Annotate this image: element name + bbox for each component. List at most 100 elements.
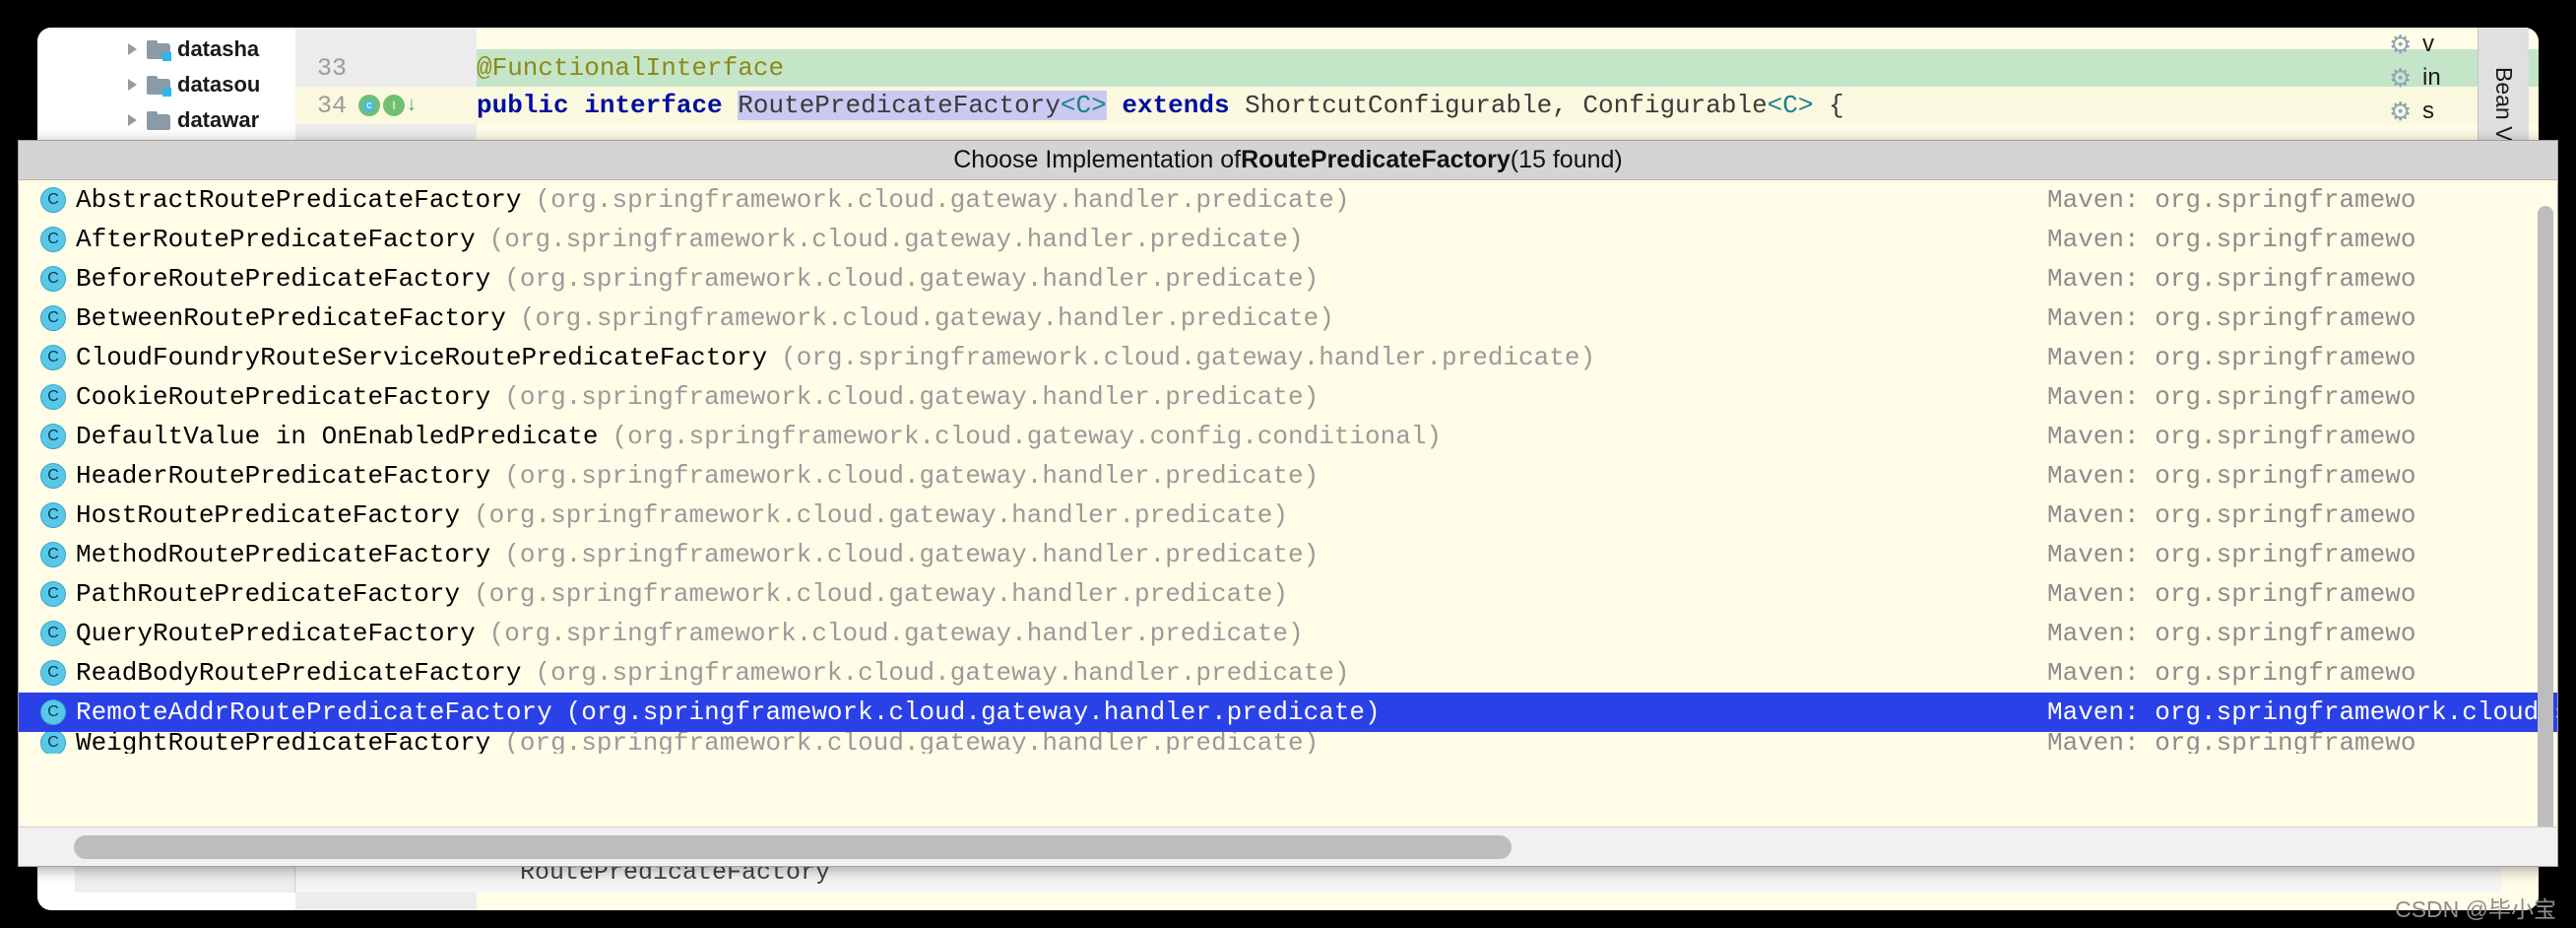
class-name: BetweenRoutePredicateFactory — [76, 303, 506, 333]
choose-implementation-popup[interactable]: Choose Implementation of RoutePredicateF… — [18, 140, 2558, 867]
implementation-list[interactable]: C AbstractRoutePredicateFactory (org.spr… — [19, 180, 2557, 866]
tree-item[interactable]: datasou — [37, 67, 295, 102]
line-number: 33 — [317, 53, 348, 83]
list-item[interactable]: C AbstractRoutePredicateFactory (org.spr… — [19, 180, 2557, 220]
package-name: (org.springframework.cloud.gateway.handl… — [488, 225, 1304, 254]
class-icon: C — [40, 732, 66, 754]
maven-module: Maven: org.springframewo — [2047, 619, 2416, 648]
tree-item[interactable]: datasha — [37, 32, 295, 67]
line-number: 34 — [317, 91, 348, 120]
class-icon: C — [40, 699, 66, 725]
class-icon: C — [40, 581, 66, 607]
class-icon: C — [40, 502, 66, 528]
class-name: DefaultValue in OnEnabledPredicate — [76, 422, 599, 451]
class-implemented-icon[interactable]: c — [358, 95, 381, 116]
gear-icon[interactable]: ⚙ — [2389, 32, 2415, 57]
package-name: (org.springframework.cloud.gateway.handl… — [504, 382, 1320, 412]
inlay-row[interactable]: ⚙ in — [2389, 61, 2478, 95]
gutter-line-34: 34 c I ↓ — [295, 87, 477, 124]
list-item[interactable]: C DefaultValue in OnEnabledPredicate (or… — [19, 417, 2557, 456]
maven-module: Maven: org.springframewo — [2047, 382, 2416, 412]
class-icon: C — [40, 187, 66, 213]
class-name: AbstractRoutePredicateFactory — [76, 185, 522, 215]
class-icon: C — [40, 384, 66, 410]
inlay-row[interactable]: ⚙ v — [2389, 28, 2478, 61]
class-name: AfterRoutePredicateFactory — [76, 225, 476, 254]
gutter-icons[interactable]: c I ↓ — [358, 95, 418, 117]
maven-module: Maven: org.springframewo — [2047, 185, 2416, 215]
popup-title-suffix: (15 found) — [1510, 146, 1623, 173]
inlay-label: s — [2422, 98, 2434, 124]
class-name: CookieRoutePredicateFactory — [76, 382, 491, 412]
package-name: (org.springframework.cloud.gateway.handl… — [504, 540, 1320, 569]
class-icon: C — [40, 266, 66, 292]
class-icon: C — [40, 305, 66, 331]
scrollbar-thumb[interactable] — [74, 835, 1512, 859]
list-item[interactable]: C CookieRoutePredicateFactory (org.sprin… — [19, 377, 2557, 417]
class-icon: C — [40, 463, 66, 489]
interface-icon[interactable]: I — [383, 95, 406, 116]
scrollbar-thumb[interactable] — [2538, 206, 2553, 836]
class-icon: C — [40, 542, 66, 567]
list-item[interactable]: C AfterRoutePredicateFactory (org.spring… — [19, 220, 2557, 259]
down-arrow-icon[interactable]: ↓ — [406, 95, 418, 117]
chevron-right-icon[interactable] — [128, 79, 137, 91]
maven-module: Maven: org.springframewo — [2047, 732, 2416, 754]
class-icon: C — [40, 345, 66, 370]
package-name: (org.springframework.cloud.gateway.handl… — [504, 264, 1320, 294]
list-item[interactable]: C BetweenRoutePredicateFactory (org.spri… — [19, 298, 2557, 338]
popup-title-bar: Choose Implementation of RoutePredicateF… — [19, 141, 2557, 180]
maven-module: Maven: org.springframewo — [2047, 540, 2416, 569]
class-name: HostRoutePredicateFactory — [76, 500, 461, 530]
gear-icon[interactable]: ⚙ — [2389, 99, 2415, 124]
list-item[interactable]: C QueryRoutePredicateFactory (org.spring… — [19, 614, 2557, 653]
package-name: (org.springframework.cloud.gateway.handl… — [565, 697, 1381, 727]
list-item[interactable]: C ReadBodyRoutePredicateFactory (org.spr… — [19, 653, 2557, 693]
maven-module: Maven: org.springframewo — [2047, 500, 2416, 530]
inlay-label: in — [2422, 64, 2441, 91]
maven-module: Maven: org.springframewo — [2047, 461, 2416, 491]
class-icon: C — [40, 227, 66, 252]
class-name: MethodRoutePredicateFactory — [76, 540, 491, 569]
list-item[interactable]: C BeforeRoutePredicateFactory (org.sprin… — [19, 259, 2557, 298]
inlay-row[interactable]: ⚙ s — [2389, 95, 2478, 128]
chevron-right-icon[interactable] — [128, 43, 137, 55]
package-name: (org.springframework.cloud.gateway.handl… — [519, 303, 1334, 333]
package-name: (org.springframework.cloud.gateway.handl… — [781, 343, 1596, 372]
class-name: QueryRoutePredicateFactory — [76, 619, 476, 648]
list-item-selected[interactable]: C RemoteAddrRoutePredicateFactory (org.s… — [19, 693, 2557, 732]
class-name: PathRoutePredicateFactory — [76, 579, 461, 609]
list-item[interactable]: C WeightRoutePredicateFactory (org.sprin… — [19, 732, 2557, 754]
list-item[interactable]: C CloudFoundryRouteServiceRoutePredicate… — [19, 338, 2557, 377]
maven-module: Maven: org.springframewo — [2047, 264, 2416, 294]
watermark: CSDN @毕小宝 — [2395, 896, 2556, 922]
folder-icon — [147, 110, 170, 130]
list-item[interactable]: C HostRoutePredicateFactory (org.springf… — [19, 496, 2557, 535]
maven-module: Maven: org.springframework.cloud:sprin — [2047, 697, 2557, 727]
popup-horizontal-scrollbar[interactable] — [19, 827, 2557, 866]
folder-module-icon — [147, 75, 171, 97]
popup-vertical-scrollbar[interactable] — [2538, 184, 2553, 866]
generic-param: <C> — [1060, 91, 1107, 120]
tool-tab-bean-validation[interactable]: Bean V — [2490, 28, 2517, 141]
list-item[interactable]: C PathRoutePredicateFactory (org.springf… — [19, 574, 2557, 614]
list-item[interactable]: C MethodRoutePredicateFactory (org.sprin… — [19, 535, 2557, 574]
tree-item[interactable]: datawar — [37, 102, 295, 138]
gear-icon[interactable]: ⚙ — [2389, 65, 2415, 91]
keyword-interface: interface — [584, 91, 723, 120]
class-name: BeforeRoutePredicateFactory — [76, 264, 491, 294]
keyword-extends: extends — [1122, 91, 1230, 120]
class-icon: C — [40, 424, 66, 449]
chevron-right-icon[interactable] — [128, 114, 137, 126]
maven-module: Maven: org.springframewo — [2047, 303, 2416, 333]
tree-item-label: datasou — [177, 72, 261, 97]
popup-title-prefix: Choose Implementation of — [953, 146, 1242, 173]
package-name: (org.springframework.cloud.gateway.handl… — [504, 461, 1320, 491]
maven-module: Maven: org.springframewo — [2047, 658, 2416, 688]
class-name: WeightRoutePredicateFactory — [76, 732, 491, 754]
list-item[interactable]: C HeaderRoutePredicateFactory (org.sprin… — [19, 456, 2557, 496]
package-name: (org.springframework.cloud.gateway.handl… — [488, 619, 1304, 648]
annotation-text: @FunctionalInterface — [477, 53, 785, 83]
inlay-label: v — [2422, 31, 2434, 57]
package-name: (org.springframework.cloud.gateway.confi… — [612, 422, 1443, 451]
